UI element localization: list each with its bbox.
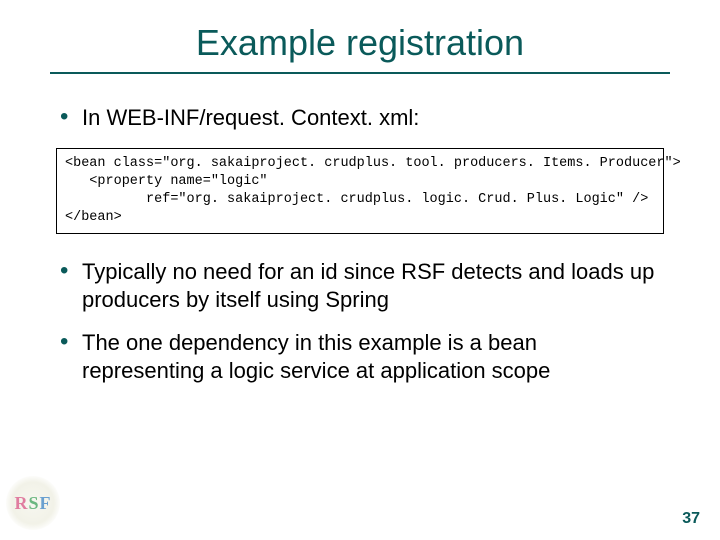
slide-content: In WEB-INF/request. Context. xml: <bean … — [0, 104, 720, 384]
title-underline — [50, 72, 670, 74]
logo-text: RSF — [14, 493, 51, 514]
bullet-intro: In WEB-INF/request. Context. xml: — [56, 104, 664, 132]
slide-title: Example registration — [0, 0, 720, 72]
bullet-list-top: In WEB-INF/request. Context. xml: — [56, 104, 664, 132]
bullet-point-2: The one dependency in this example is a … — [56, 329, 664, 384]
bullet-list-bottom: Typically no need for an id since RSF de… — [56, 258, 664, 384]
logo-letter-s: S — [28, 493, 39, 513]
code-block: <bean class="org. sakaiproject. crudplus… — [56, 148, 664, 235]
logo-circle: RSF — [6, 476, 60, 530]
logo-letter-r: R — [14, 493, 28, 513]
rsf-logo: RSF — [6, 476, 60, 530]
page-number: 37 — [682, 510, 700, 528]
logo-letter-f: F — [40, 493, 52, 513]
bullet-point-1: Typically no need for an id since RSF de… — [56, 258, 664, 313]
